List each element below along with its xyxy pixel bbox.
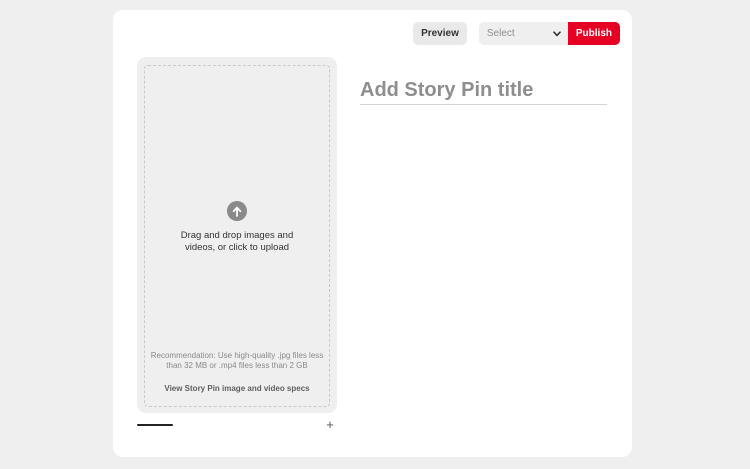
story-pin-editor: Preview Select Publish Drag and drop ima… [113, 10, 632, 457]
board-select[interactable]: Select [478, 22, 568, 45]
page-indicator[interactable] [137, 424, 173, 426]
upload-prompt: Drag and drop images and videos, or clic… [180, 230, 294, 253]
upload-area[interactable]: Drag and drop images and videos, or clic… [137, 201, 337, 253]
chevron-down-icon [552, 29, 562, 39]
upload-recommendation: Recommendation: Use high-quality .jpg fi… [150, 351, 324, 370]
preview-button[interactable]: Preview [413, 22, 467, 45]
upload-arrow-icon [227, 201, 247, 221]
publish-button[interactable]: Publish [567, 22, 620, 45]
specs-link[interactable]: View Story Pin image and video specs [137, 384, 337, 393]
upload-dropzone[interactable]: Drag and drop images and videos, or clic… [137, 57, 337, 413]
board-select-value: Select [486, 28, 515, 39]
top-toolbar: Preview Select Publish [413, 22, 620, 45]
add-page-button[interactable]: + [324, 418, 336, 432]
publish-group: Select Publish [478, 22, 620, 45]
story-title-input[interactable] [360, 76, 607, 105]
